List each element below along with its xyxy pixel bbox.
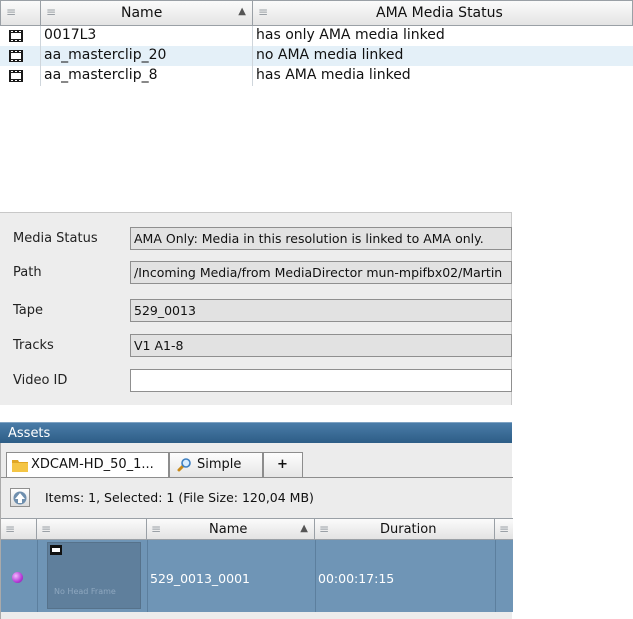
- row-name: 529_0013_0001: [150, 571, 250, 586]
- status-dot-icon: [12, 572, 23, 583]
- row-name: 0017L3: [44, 27, 97, 43]
- plus-icon: +: [277, 457, 288, 472]
- assets-table-header: ≡ ≡ ≡ Name ▲ ≡ Duration ≡: [1, 518, 513, 540]
- tab-label: XDCAM-HD_50_1...: [31, 457, 154, 472]
- tape-field: 529_0013: [130, 299, 512, 322]
- column-header-label: Name: [209, 522, 248, 537]
- info-label: Video ID: [13, 373, 68, 388]
- table-row[interactable]: aa_masterclip_8 has AMA media linked: [0, 66, 633, 86]
- column-header-status[interactable]: ≡: [1, 519, 37, 540]
- column-header-duration[interactable]: ≡ Duration: [315, 519, 495, 540]
- info-row-video-id: Video ID: [0, 369, 512, 393]
- row-ama-status: has AMA media linked: [256, 67, 411, 83]
- assets-title: Assets: [8, 426, 51, 441]
- column-header-name[interactable]: ≡ Name ▲: [147, 519, 315, 540]
- column-header-label: Name: [121, 5, 163, 21]
- video-id-input[interactable]: [130, 369, 512, 392]
- info-label: Media Status: [13, 231, 98, 246]
- info-label: Path: [13, 265, 42, 280]
- info-row-tracks: Tracks V1 A1-8: [0, 334, 512, 358]
- column-header-thumbnail[interactable]: ≡: [37, 519, 147, 540]
- row-name: aa_masterclip_8: [44, 67, 158, 83]
- column-grip-icon: ≡: [319, 522, 330, 536]
- tab-xdcam-folder[interactable]: XDCAM-HD_50_1...: [6, 452, 169, 478]
- clip-icon: [9, 70, 23, 82]
- row-duration: 00:00:17:15: [318, 571, 395, 586]
- arrow-up-icon: [13, 491, 27, 505]
- column-header-label: Duration: [380, 522, 437, 537]
- info-label: Tape: [13, 303, 44, 318]
- assets-panel-header: Assets: [0, 422, 512, 443]
- table-row[interactable]: aa_masterclip_20 no AMA media linked: [0, 46, 633, 66]
- column-grip-icon: ≡: [258, 5, 269, 19]
- column-grip-icon: ≡: [6, 5, 17, 19]
- row-ama-status: has only AMA media linked: [256, 27, 445, 43]
- info-row-media-status: Media Status AMA Only: Media in this res…: [0, 227, 512, 251]
- items-summary: Items: 1, Selected: 1 (File Size: 120,04…: [45, 490, 314, 505]
- info-row-tape: Tape 529_0013: [0, 299, 512, 323]
- tab-simple-search[interactable]: Simple: [169, 452, 263, 477]
- column-grip-icon: ≡: [499, 522, 510, 536]
- column-grip-icon: ≡: [151, 522, 162, 536]
- info-row-path: Path /Incoming Media/from MediaDirector …: [0, 261, 512, 285]
- column-header-label: AMA Media Status: [376, 5, 503, 21]
- media-status-field: AMA Only: Media in this resolution is li…: [130, 227, 512, 250]
- clip-thumbnail[interactable]: No Head Frame: [47, 542, 141, 609]
- column-grip-icon: ≡: [5, 522, 16, 536]
- info-label: Tracks: [13, 338, 54, 353]
- search-icon: [177, 458, 191, 472]
- clip-icon: [50, 545, 62, 555]
- row-name: aa_masterclip_20: [44, 47, 167, 63]
- clip-icon: [9, 30, 23, 42]
- sort-ascending-icon[interactable]: ▲: [238, 6, 246, 17]
- path-field: /Incoming Media/from MediaDirector mun-m…: [130, 261, 512, 284]
- assets-panel: XDCAM-HD_50_1... Simple + Items: 1, Sele…: [0, 443, 513, 619]
- column-header-ama-status[interactable]: ≡ AMA Media Status: [253, 1, 633, 25]
- column-header-name[interactable]: ≡ Name ▲: [41, 1, 253, 25]
- column-grip-icon: ≡: [41, 522, 52, 536]
- sort-ascending-icon[interactable]: ▲: [300, 523, 308, 534]
- column-grip-icon: ≡: [46, 5, 57, 19]
- clip-icon: [9, 50, 23, 62]
- table-row[interactable]: 0017L3 has only AMA media linked: [0, 26, 633, 46]
- column-header-extra[interactable]: ≡: [495, 519, 513, 540]
- tracks-field: V1 A1-8: [130, 334, 512, 357]
- media-info-panel: Media Status AMA Only: Media in this res…: [0, 212, 512, 405]
- bin-table-header: ≡ ≡ Name ▲ ≡ AMA Media Status: [0, 0, 633, 26]
- folder-icon: [12, 460, 28, 472]
- thumbnail-placeholder-text: No Head Frame: [54, 587, 116, 596]
- column-header-icon[interactable]: ≡: [1, 1, 41, 25]
- row-ama-status: no AMA media linked: [256, 47, 404, 63]
- bin-table: ≡ ≡ Name ▲ ≡ AMA Media Status 0017L3 has…: [0, 0, 633, 86]
- tab-label: Simple: [197, 457, 242, 472]
- add-tab-button[interactable]: +: [263, 452, 303, 477]
- up-folder-button[interactable]: [10, 488, 30, 507]
- table-row[interactable]: No Head Frame 529_0013_0001 00:00:17:15: [1, 540, 513, 612]
